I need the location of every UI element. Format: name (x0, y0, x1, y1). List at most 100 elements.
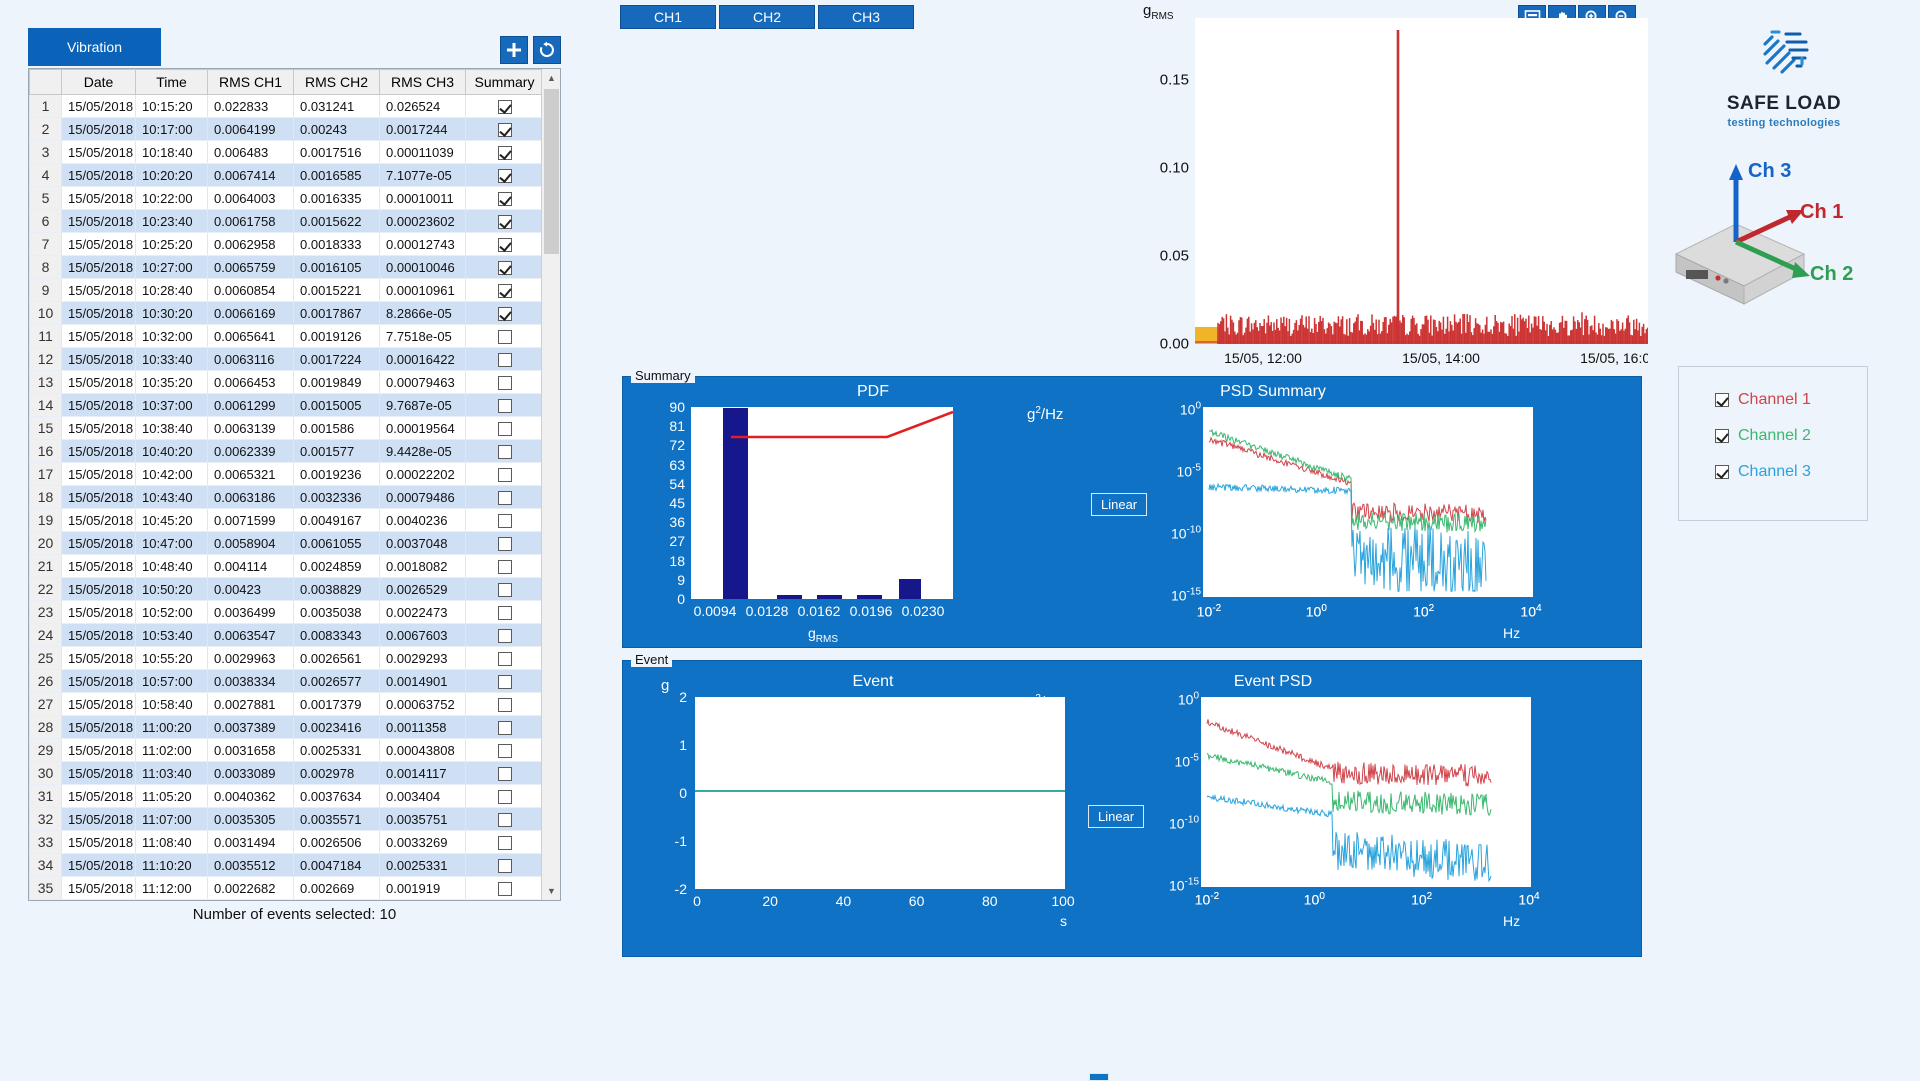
table-row[interactable]: 1915/05/201810:45:200.00715990.00491670.… (30, 509, 542, 532)
channel-row-1[interactable]: Channel 1 (1715, 391, 1867, 409)
table-row[interactable]: 1215/05/201810:33:400.00631160.00172240.… (30, 348, 542, 371)
summary-checkbox[interactable] (498, 859, 512, 873)
summary-checkbox[interactable] (498, 721, 512, 735)
summary-scale-toggle[interactable]: Linear (1091, 493, 1147, 516)
summary-checkbox[interactable] (498, 790, 512, 804)
cell-summary[interactable] (466, 601, 542, 624)
table-row[interactable]: 1515/05/201810:38:400.00631390.0015860.0… (30, 417, 542, 440)
summary-checkbox[interactable] (498, 882, 512, 896)
cell-summary[interactable] (466, 785, 542, 808)
summary-checkbox[interactable] (498, 767, 512, 781)
table-row[interactable]: 2815/05/201811:00:200.00373890.00234160.… (30, 716, 542, 739)
summary-checkbox[interactable] (498, 192, 512, 206)
table-row[interactable]: 1615/05/201810:40:200.00623390.0015779.4… (30, 440, 542, 463)
summary-checkbox[interactable] (498, 813, 512, 827)
summary-checkbox[interactable] (498, 537, 512, 551)
column-header-index[interactable] (30, 70, 62, 95)
table-row[interactable]: 2115/05/201810:48:400.0041140.00248590.0… (30, 555, 542, 578)
tab-vibration[interactable]: Vibration (28, 28, 161, 66)
cell-summary[interactable] (466, 716, 542, 739)
table-row[interactable]: 1815/05/201810:43:400.00631860.00323360.… (30, 486, 542, 509)
event-plot-area[interactable] (695, 697, 1065, 889)
table-row[interactable]: 3515/05/201811:12:000.00226820.0026690.0… (30, 877, 542, 900)
cell-summary[interactable] (466, 578, 542, 601)
event-scale-toggle[interactable]: Linear (1088, 805, 1144, 828)
cell-summary[interactable] (466, 279, 542, 302)
cell-summary[interactable] (466, 118, 542, 141)
cell-summary[interactable] (466, 394, 542, 417)
table-row[interactable]: 1415/05/201810:37:000.00612990.00150059.… (30, 394, 542, 417)
summary-checkbox[interactable] (498, 468, 512, 482)
summary-checkbox[interactable] (498, 491, 512, 505)
add-button[interactable] (500, 36, 528, 64)
column-header-summary[interactable]: Summary (466, 70, 542, 95)
summary-checkbox[interactable] (498, 261, 512, 275)
cell-summary[interactable] (466, 348, 542, 371)
cell-summary[interactable] (466, 440, 542, 463)
table-row[interactable]: 315/05/201810:18:400.0064830.00175160.00… (30, 141, 542, 164)
tab-ch3[interactable]: CH3 (818, 5, 914, 29)
event-psd-plot-area[interactable] (1201, 697, 1531, 887)
summary-checkbox[interactable] (498, 169, 512, 183)
summary-checkbox[interactable] (498, 445, 512, 459)
column-header-date[interactable]: Date (62, 70, 136, 95)
table-row[interactable]: 1715/05/201810:42:000.00653210.00192360.… (30, 463, 542, 486)
channel-2-checkbox[interactable] (1715, 429, 1729, 443)
table-row[interactable]: 2715/05/201810:58:400.00278810.00173790.… (30, 693, 542, 716)
cell-summary[interactable] (466, 877, 542, 900)
table-row[interactable]: 2315/05/201810:52:000.00364990.00350380.… (30, 601, 542, 624)
cell-summary[interactable] (466, 624, 542, 647)
table-row[interactable]: 215/05/201810:17:000.00641990.002430.001… (30, 118, 542, 141)
table-row[interactable]: 2015/05/201810:47:000.00589040.00610550.… (30, 532, 542, 555)
cell-summary[interactable] (466, 739, 542, 762)
table-row[interactable]: 915/05/201810:28:400.00608540.00152210.0… (30, 279, 542, 302)
summary-checkbox[interactable] (498, 307, 512, 321)
cell-summary[interactable] (466, 486, 542, 509)
table-row[interactable]: 2415/05/201810:53:400.00635470.00833430.… (30, 624, 542, 647)
summary-checkbox[interactable] (498, 744, 512, 758)
summary-checkbox[interactable] (498, 675, 512, 689)
cell-summary[interactable] (466, 463, 542, 486)
summary-checkbox[interactable] (498, 353, 512, 367)
cell-summary[interactable] (466, 555, 542, 578)
summary-checkbox[interactable] (498, 123, 512, 137)
table-vertical-scrollbar[interactable]: ▲ ▼ (541, 69, 560, 900)
scroll-down-icon[interactable]: ▼ (542, 882, 561, 900)
table-row[interactable]: 1315/05/201810:35:200.00664530.00198490.… (30, 371, 542, 394)
cell-summary[interactable] (466, 693, 542, 716)
channel-3-checkbox[interactable] (1715, 465, 1729, 479)
tab-ch1[interactable]: CH1 (620, 5, 716, 29)
summary-checkbox[interactable] (498, 629, 512, 643)
cell-summary[interactable] (466, 670, 542, 693)
scrollbar-thumb[interactable] (544, 89, 559, 254)
summary-checkbox[interactable] (498, 376, 512, 390)
summary-checkbox[interactable] (498, 330, 512, 344)
channel-row-2[interactable]: Channel 2 (1715, 427, 1867, 445)
table-row[interactable]: 415/05/201810:20:200.00674140.00165857.1… (30, 164, 542, 187)
column-header-rms-ch2[interactable]: RMS CH2 (294, 70, 380, 95)
table-row[interactable]: 2915/05/201811:02:000.00316580.00253310.… (30, 739, 542, 762)
summary-checkbox[interactable] (498, 215, 512, 229)
pdf-plot-area[interactable] (691, 407, 953, 599)
cell-summary[interactable] (466, 831, 542, 854)
cell-summary[interactable] (466, 647, 542, 670)
tab-ch2[interactable]: CH2 (719, 5, 815, 29)
summary-checkbox[interactable] (498, 583, 512, 597)
table-row[interactable]: 3015/05/201811:03:400.00330890.0029780.0… (30, 762, 542, 785)
cell-summary[interactable] (466, 808, 542, 831)
cell-summary[interactable] (466, 854, 542, 877)
cell-summary[interactable] (466, 417, 542, 440)
table-row[interactable]: 3315/05/201811:08:400.00314940.00265060.… (30, 831, 542, 854)
summary-checkbox[interactable] (498, 238, 512, 252)
events-table[interactable]: DateTimeRMS CH1RMS CH2RMS CH3Summary 115… (28, 68, 561, 901)
cell-summary[interactable] (466, 210, 542, 233)
psd-summary-plot-area[interactable] (1203, 407, 1533, 597)
table-row[interactable]: 715/05/201810:25:200.00629580.00183330.0… (30, 233, 542, 256)
cell-summary[interactable] (466, 532, 542, 555)
table-row[interactable]: 3215/05/201811:07:000.00353050.00355710.… (30, 808, 542, 831)
cell-summary[interactable] (466, 141, 542, 164)
cell-summary[interactable] (466, 762, 542, 785)
table-row[interactable]: 615/05/201810:23:400.00617580.00156220.0… (30, 210, 542, 233)
summary-checkbox[interactable] (498, 284, 512, 298)
table-row[interactable]: 2615/05/201810:57:000.00383340.00265770.… (30, 670, 542, 693)
